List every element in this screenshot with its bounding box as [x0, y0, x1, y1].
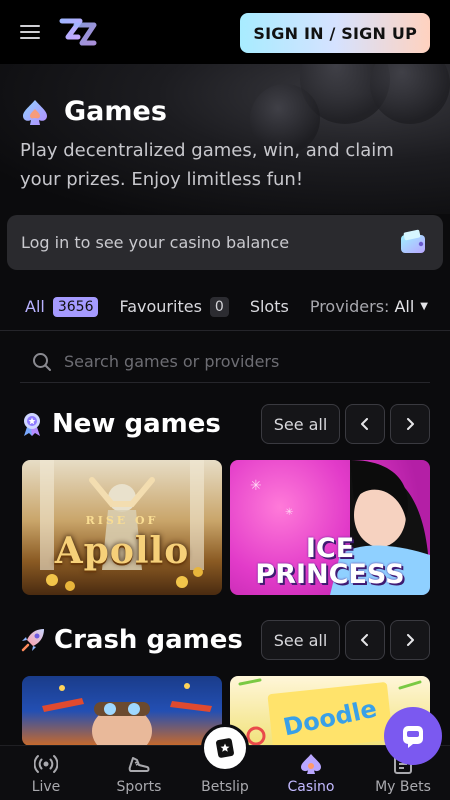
- chat-support-button[interactable]: [384, 707, 442, 765]
- all-count-badge: 3656: [52, 296, 99, 317]
- nav-sports-label: Sports: [116, 779, 162, 795]
- chevron-right-icon: [407, 634, 414, 646]
- rocket-icon: [21, 629, 44, 652]
- ice-princess-title: ICE PRINCESS: [255, 533, 405, 590]
- favourites-count-badge: 0: [209, 296, 229, 317]
- new-games-title: New games: [52, 409, 221, 439]
- nav-live-label: Live: [31, 779, 61, 795]
- chat-icon: [403, 726, 423, 748]
- svg-text:✳: ✳: [285, 507, 293, 518]
- new-games-see-all-button[interactable]: See all: [261, 404, 340, 444]
- apollo-subtitle: RISE OF: [85, 514, 159, 527]
- providers-dropdown[interactable]: Providers: All ▼: [310, 297, 428, 316]
- aviator-art: [42, 683, 212, 746]
- nav-sports[interactable]: Sports: [94, 746, 184, 800]
- page-subtitle: Play decentralized games, win, and claim…: [20, 140, 394, 190]
- nav-casino-label: Casino: [287, 779, 335, 795]
- games-hero: Games Play decentralized games, win, and…: [0, 64, 450, 214]
- new-games-carousel: RISE OF Apollo ✳ ✳ ICE PRINCESS: [22, 460, 432, 595]
- sign-in-sign-up-button[interactable]: SIGN IN / SIGN UP: [240, 13, 430, 53]
- spade-icon: [23, 99, 47, 125]
- betslip-ticket-icon: [216, 738, 234, 758]
- brand-logo[interactable]: [58, 15, 98, 49]
- new-games-header: New games See all: [20, 404, 430, 444]
- tab-slots-label: Slots: [249, 297, 289, 316]
- tab-slots[interactable]: Slots: [250, 297, 289, 316]
- live-broadcast-icon: [34, 752, 58, 776]
- new-games-next-button[interactable]: [390, 404, 430, 444]
- chevron-left-icon: [361, 418, 368, 430]
- tab-all-label: All: [25, 297, 45, 316]
- new-games-prev-button[interactable]: [345, 404, 385, 444]
- game-card-aviator-girl[interactable]: [22, 676, 222, 746]
- nav-live[interactable]: Live: [1, 746, 91, 800]
- crash-games-header: Crash games See all: [20, 620, 430, 660]
- crash-games-title: Crash games: [54, 625, 243, 655]
- caret-down-icon: ▼: [420, 301, 428, 312]
- apollo-art: [40, 460, 204, 591]
- hero-title-row: Games: [20, 96, 167, 127]
- providers-label: Providers:: [309, 297, 390, 316]
- betslip-fab[interactable]: [201, 724, 249, 772]
- sneaker-icon: [127, 752, 151, 776]
- casino-balance-banner[interactable]: Log in to see your casino balance: [7, 215, 443, 270]
- casino-spade-icon: [299, 752, 323, 776]
- top-bar: SIGN IN / SIGN UP: [0, 0, 450, 64]
- nav-casino[interactable]: Casino: [266, 746, 356, 800]
- nav-betslip-label: Betslip: [201, 779, 249, 795]
- hamburger-menu-icon[interactable]: [20, 20, 44, 44]
- crash-games-prev-button[interactable]: [345, 620, 385, 660]
- game-card-ice-princess[interactable]: ✳ ✳ ICE PRINCESS: [230, 460, 430, 595]
- balance-message: Log in to see your casino balance: [21, 233, 290, 252]
- chevron-left-icon: [361, 634, 368, 646]
- tab-all[interactable]: All 3656: [25, 296, 99, 317]
- medal-icon: [24, 413, 40, 436]
- search-bar: [20, 341, 430, 383]
- nav-my-bets-label: My Bets: [375, 779, 431, 795]
- page-title: Games: [64, 96, 167, 127]
- apollo-title: Apollo: [54, 530, 190, 572]
- providers-value: All: [394, 297, 415, 316]
- tab-favourites[interactable]: Favourites 0: [119, 296, 229, 317]
- wallet-icon: [401, 229, 425, 253]
- search-icon: [33, 352, 51, 371]
- chevron-right-icon: [407, 418, 414, 430]
- game-card-rise-of-apollo[interactable]: RISE OF Apollo: [22, 460, 222, 595]
- crash-games-see-all-button[interactable]: See all: [261, 620, 340, 660]
- game-filter-tabs: All 3656 Favourites 0 Slots Providers: A…: [0, 283, 450, 331]
- search-input[interactable]: [64, 352, 404, 371]
- hero-decoration: [370, 64, 450, 124]
- tab-favourites-label: Favourites: [119, 297, 202, 316]
- crash-games-next-button[interactable]: [390, 620, 430, 660]
- svg-text:✳: ✳: [250, 478, 262, 494]
